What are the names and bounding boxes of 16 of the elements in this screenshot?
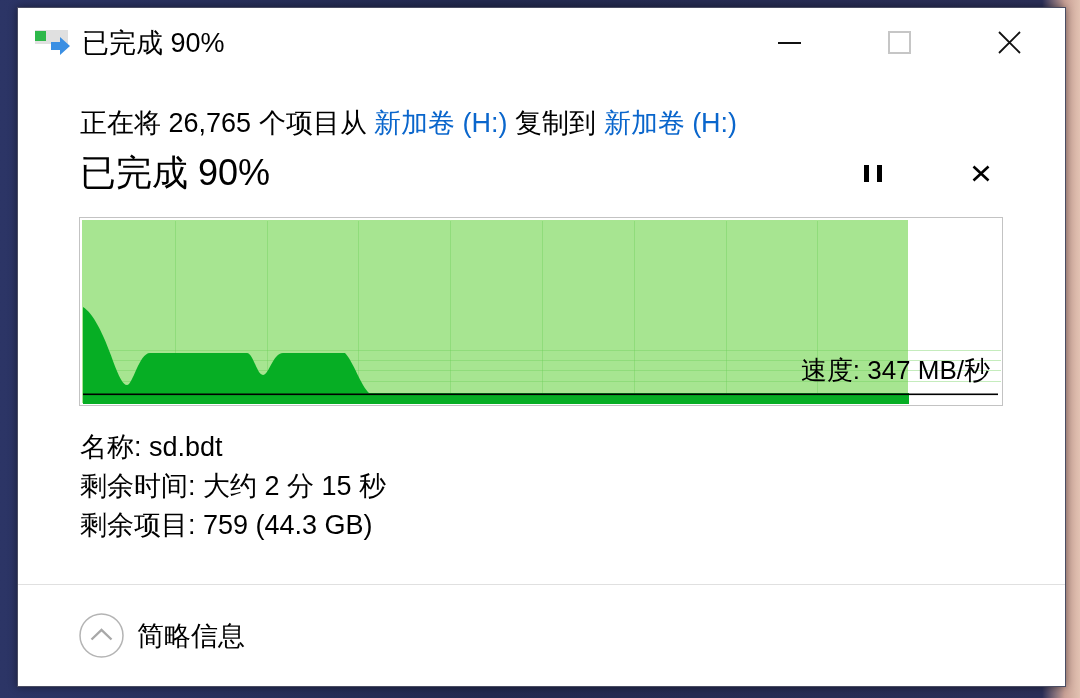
maximize-icon [887, 31, 911, 54]
detail-line: 名称: sd.bdt [80, 431, 224, 464]
close-icon [997, 31, 1021, 54]
detail-line: 剩余时间: 大约 2 分 15 秒 [80, 470, 388, 503]
speed-label: 速度: 347 MB/秒 [800, 355, 990, 385]
progress-heading: 已完成 90% [80, 151, 271, 195]
details-toggle-button[interactable]: 简略信息 [79, 613, 245, 658]
drive-link[interactable]: 新加卷 (H:) [374, 108, 508, 138]
close-icon [972, 164, 990, 182]
pause-icon [864, 164, 882, 182]
detail-line: 剩余项目: 759 (44.3 GB) [80, 509, 374, 542]
copy-summary: 正在将 26,765 个项目从 新加卷 (H:) 复制到 新加卷 (H:) [80, 107, 739, 140]
transfer-arrow-icon [35, 29, 71, 56]
drive-link[interactable]: 新加卷 (H:) [603, 108, 738, 138]
minimize-icon [777, 41, 801, 44]
window-title: 已完成 90% [82, 26, 225, 60]
